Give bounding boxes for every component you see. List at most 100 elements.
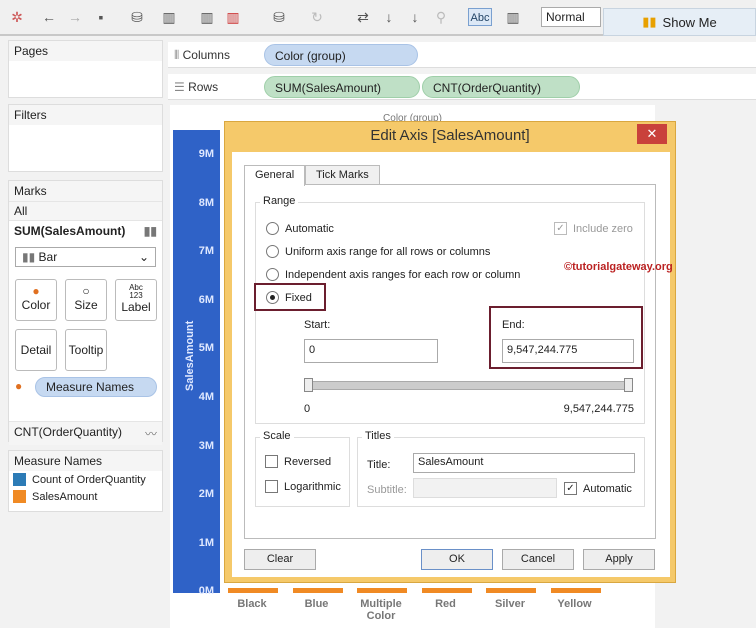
slider-max-label: 9,547,244.775	[563, 403, 634, 415]
axis-tick: 1M	[198, 536, 214, 549]
color-icon: ●	[15, 379, 23, 393]
subtitle-label: Subtitle:	[367, 484, 407, 496]
sort-desc-icon[interactable]: ↓	[406, 8, 424, 26]
filters-shelf[interactable]: Filters	[8, 104, 163, 172]
bar-silver[interactable]	[486, 588, 536, 593]
close-button[interactable]: ✕	[637, 124, 667, 144]
salesamount-axis[interactable]: SalesAmount 9M 8M 7M 6M 5M 4M 3M 2M 1M 0M	[173, 130, 220, 597]
datasource-icon[interactable]: ⛁	[270, 8, 288, 26]
label-button[interactable]: Abc	[468, 8, 492, 26]
swap-icon[interactable]: ⇄	[354, 8, 372, 26]
measure-names-legend: Measure Names Count of OrderQuantity Sal…	[8, 450, 163, 512]
radio-uniform[interactable]: Uniform axis range for all rows or colum…	[266, 245, 490, 258]
bar-black[interactable]	[228, 588, 278, 593]
apply-button[interactable]: Apply	[583, 549, 655, 570]
legend-item[interactable]: Count of OrderQuantity	[9, 471, 162, 488]
bar-blue[interactable]	[292, 588, 343, 593]
group-icon[interactable]: ⚲	[432, 8, 450, 26]
axis-tick: 2M	[198, 488, 214, 501]
include-zero-checkbox[interactable]: ✓ Include zero	[554, 222, 633, 235]
titles-group: Titles Title: SalesAmount Subtitle: ✓ Aut…	[357, 430, 645, 507]
category-label: Multiple Color	[360, 598, 402, 622]
range-slider[interactable]	[308, 381, 630, 390]
title-input[interactable]: SalesAmount	[413, 453, 635, 473]
pages-shelf[interactable]: Pages	[8, 40, 163, 98]
color-group-pill[interactable]: Color (group)	[264, 44, 418, 66]
toolbar: ✲ ← → ▪ ⛁ ▥ ▥ ▥ ⛁ ↻ ⇄ ↓ ↓ ⚲ Abc ▥ Normal…	[0, 0, 756, 36]
radio-automatic[interactable]: Automatic	[266, 222, 334, 235]
label-button[interactable]: Abc 123 Label	[115, 279, 157, 321]
category-label: Blue	[304, 598, 329, 610]
axis-tick: 5M	[198, 342, 214, 355]
measure-names-pill[interactable]: Measure Names	[35, 377, 157, 397]
bar-chart-icon: ▮▮	[642, 14, 657, 29]
category-label: Red	[435, 598, 456, 610]
rows-icon: ☰	[174, 80, 189, 94]
edit-axis-dialog: Edit Axis [SalesAmount] ✕ General Tick M…	[224, 121, 676, 583]
rows-shelf: ☰ Rows SUM(SalesAmount) CNT(OrderQuantit…	[168, 74, 756, 100]
slider-max-handle[interactable]	[624, 378, 633, 392]
start-input[interactable]: 0	[304, 339, 438, 363]
chevron-down-icon: ⌄	[138, 250, 149, 264]
cnt-order-pill[interactable]: CNT(OrderQuantity)	[422, 76, 580, 98]
duplicate-sheet-icon[interactable]: ▥	[198, 8, 216, 26]
add-datasource-icon[interactable]: ⛁	[128, 8, 146, 26]
mark-type-select[interactable]: ▮▮ Bar ⌄	[15, 247, 156, 267]
marks-cnt-order[interactable]: CNT(OrderQuantity) 〰	[9, 421, 162, 445]
clear-button[interactable]: Clear	[244, 549, 316, 570]
axis-tick: 8M	[198, 196, 214, 209]
sort-asc-icon[interactable]: ↓	[380, 8, 398, 26]
axis-tick: 4M	[198, 391, 214, 403]
bar-icon: ▮▮	[143, 224, 157, 238]
slider-min-label: 0	[304, 403, 311, 415]
start-label: Start:	[304, 319, 331, 331]
bar-icon: ▮▮	[22, 250, 39, 264]
tableau-logo-icon[interactable]: ✲	[8, 8, 26, 26]
marks-sum-sales[interactable]: SUM(SalesAmount) ▮▮	[9, 220, 162, 241]
cancel-button[interactable]: Cancel	[502, 549, 574, 570]
bar-multiple-color[interactable]	[357, 588, 407, 593]
reversed-checkbox[interactable]: Reversed	[265, 455, 331, 468]
columns-icon: ⦀	[174, 48, 183, 62]
marks-all[interactable]: All	[9, 201, 162, 220]
legend-item[interactable]: SalesAmount	[9, 488, 162, 505]
watermark: ©tutorialgateway.org	[564, 261, 673, 273]
new-worksheet-icon[interactable]: ▥	[160, 8, 178, 26]
automatic-checkbox[interactable]: ✓ Automatic	[564, 482, 632, 495]
columns-shelf: ⦀ Columns Color (group)	[168, 42, 756, 68]
title-label: Title:	[367, 459, 391, 471]
show-me-button[interactable]: ▮▮ Show Me	[603, 8, 756, 36]
tab-general[interactable]: General	[244, 165, 306, 186]
save-icon[interactable]: ▪	[92, 8, 110, 26]
subtitle-input[interactable]	[413, 478, 557, 498]
close-icon: ✕	[646, 126, 658, 141]
axis-tick: 9M	[198, 148, 214, 160]
detail-button[interactable]: Detail	[15, 329, 57, 371]
sum-sales-pill[interactable]: SUM(SalesAmount)	[264, 76, 420, 98]
back-icon[interactable]: ←	[40, 8, 58, 26]
fit-select[interactable]: Normal	[541, 7, 601, 27]
range-group: Range Automatic Uniform axis range for a…	[254, 195, 673, 424]
ok-button[interactable]: OK	[421, 549, 493, 570]
clear-sheet-icon[interactable]: ▥	[224, 8, 242, 26]
forward-icon[interactable]: →	[66, 8, 84, 26]
radio-independent[interactable]: Independent axis ranges for each row or …	[266, 268, 520, 281]
fixed-highlight	[254, 283, 326, 311]
category-label: Black	[237, 598, 267, 610]
logarithmic-checkbox[interactable]: Logarithmic	[265, 480, 341, 493]
size-button[interactable]: ○ Size	[65, 279, 107, 321]
chart-type-icon[interactable]: ▥	[504, 8, 522, 26]
slider-min-handle[interactable]	[304, 378, 313, 392]
tooltip-button[interactable]: Tooltip	[65, 329, 107, 371]
end-input[interactable]: 9,547,244.775	[502, 339, 634, 363]
bar-red[interactable]	[421, 588, 472, 593]
bar-yellow[interactable]	[550, 588, 601, 593]
line-icon: 〰	[144, 427, 157, 441]
tab-tick-marks[interactable]: Tick Marks	[305, 165, 380, 185]
size-icon: ○	[82, 284, 90, 298]
axis-tick: 6M	[198, 293, 214, 306]
axis-tick: 3M	[198, 439, 214, 452]
color-button[interactable]: ● Color	[15, 279, 57, 321]
refresh-icon[interactable]: ↻	[308, 8, 326, 26]
color-icon: ●	[32, 284, 40, 298]
